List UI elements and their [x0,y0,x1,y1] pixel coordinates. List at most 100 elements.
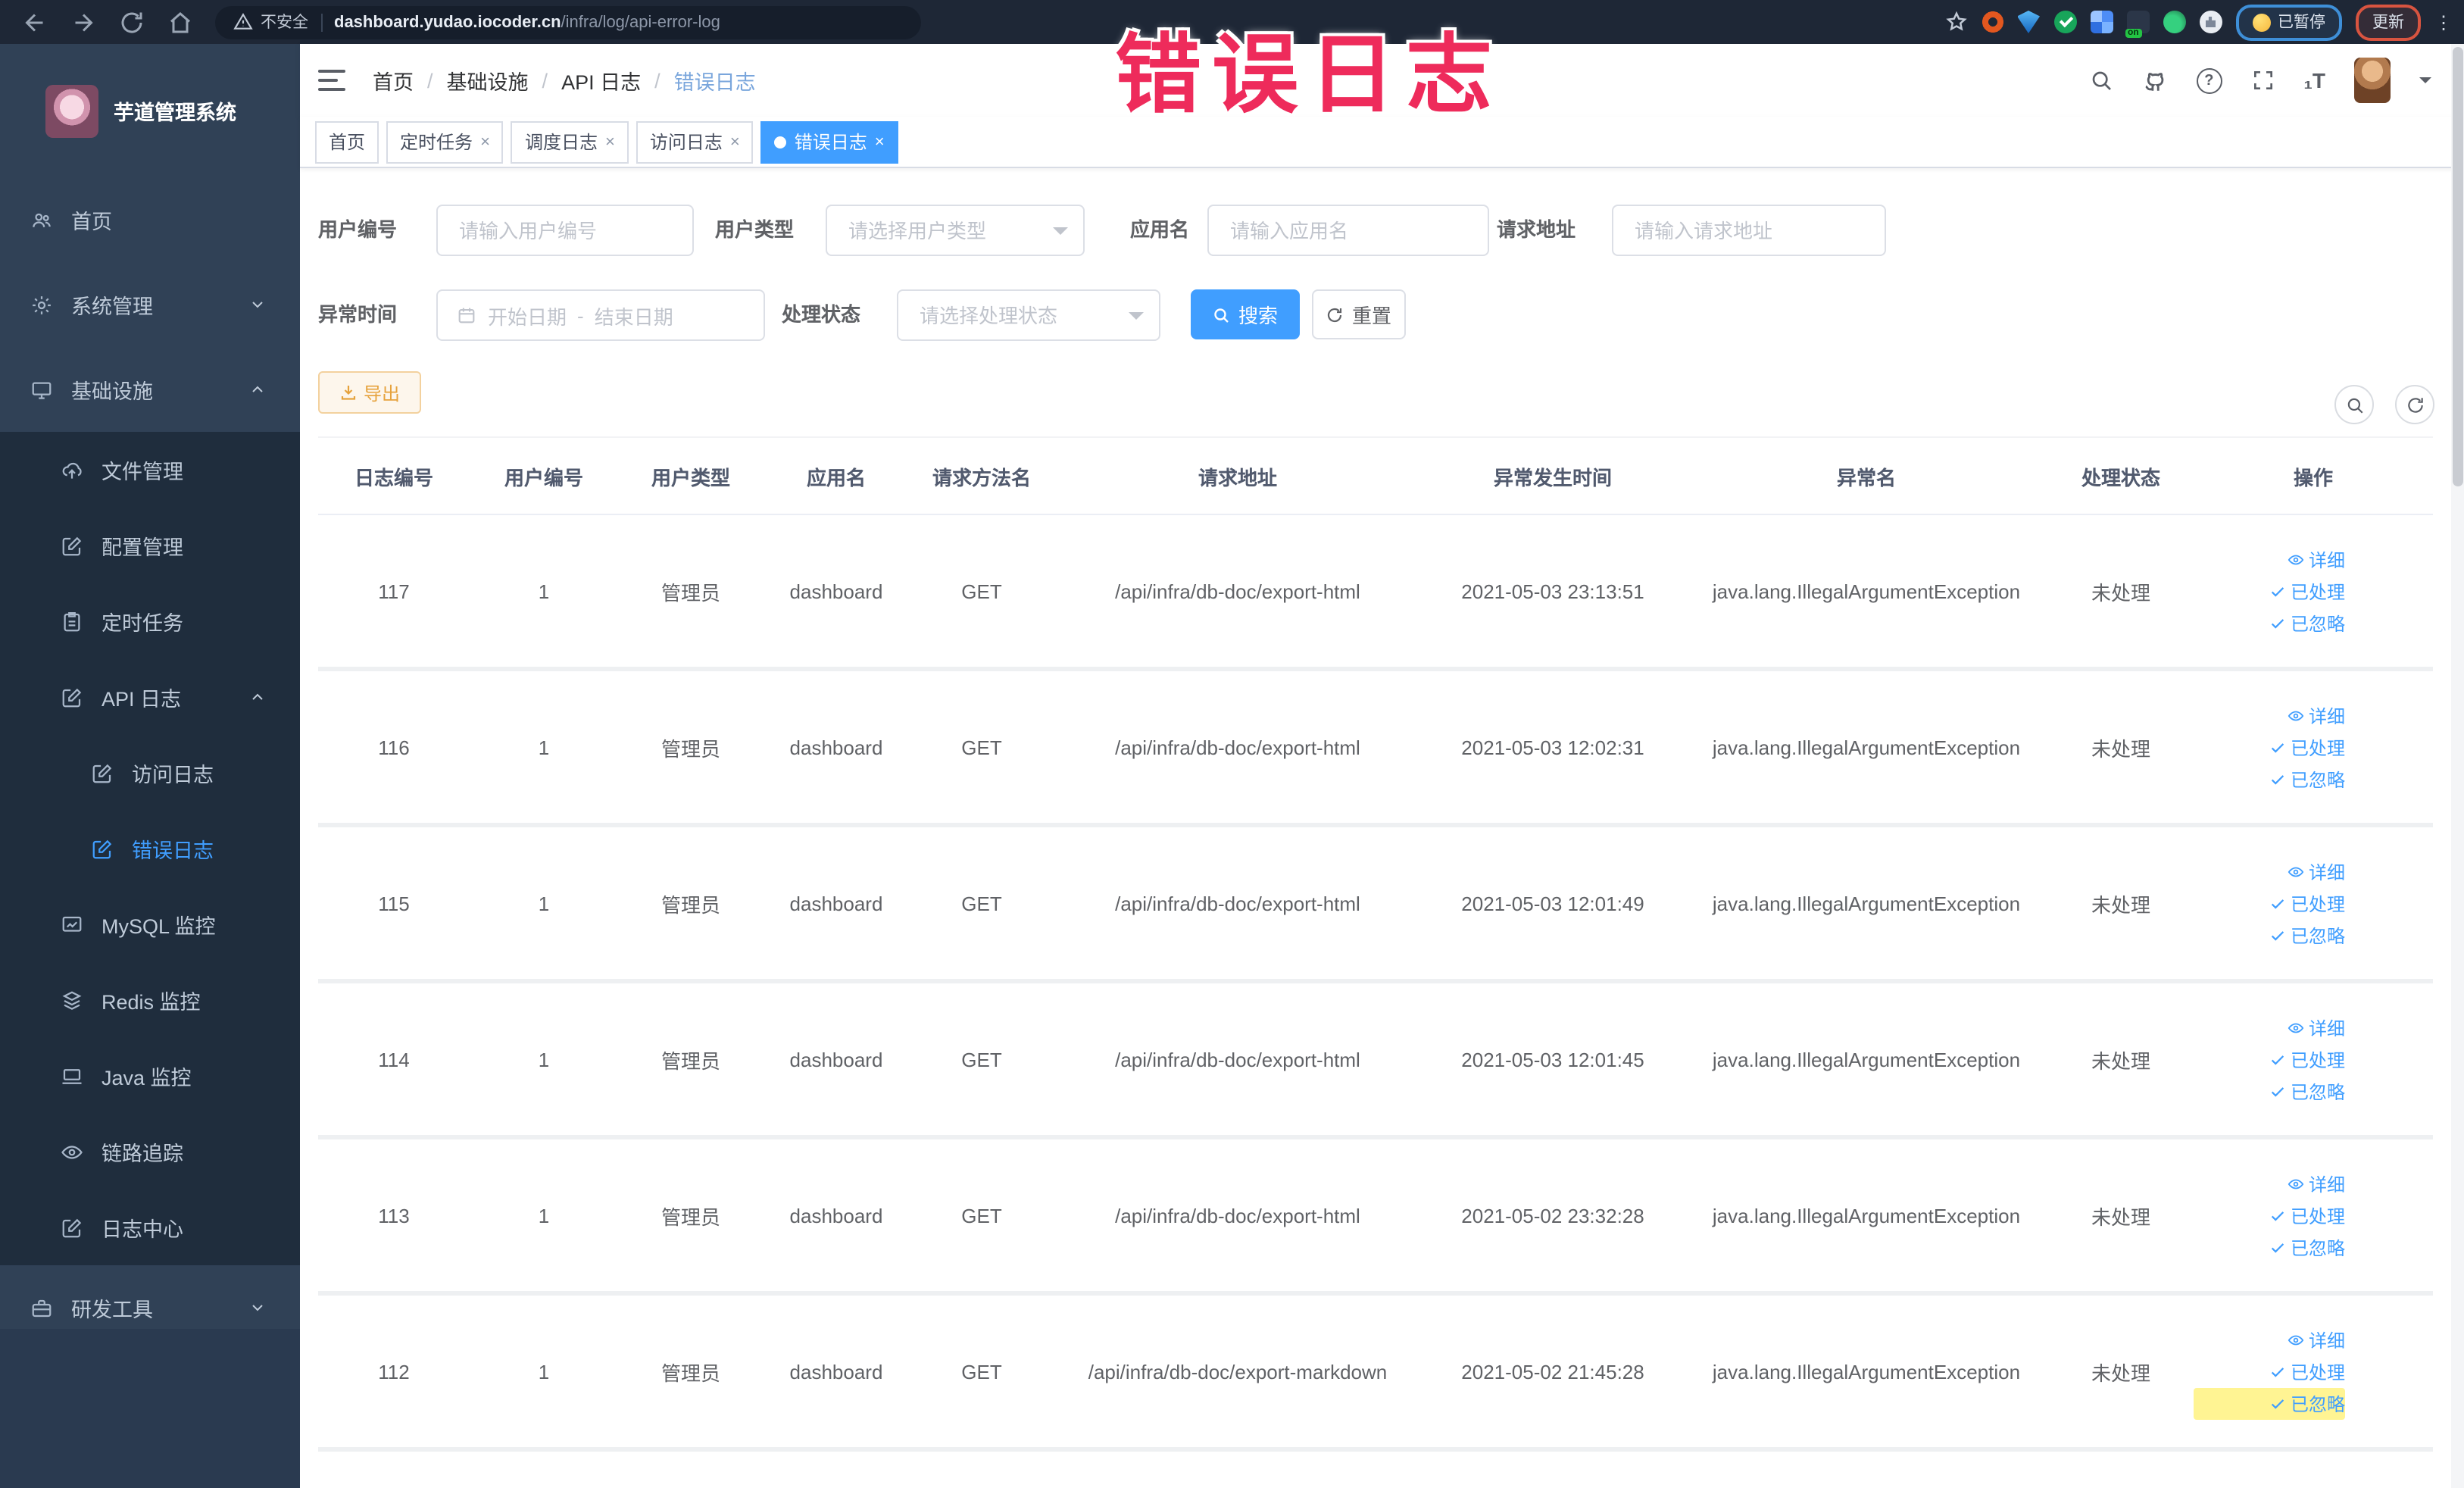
extension-icon[interactable] [1981,11,2003,33]
user-id-input[interactable] [456,217,674,243]
user-avatar[interactable] [2354,58,2391,103]
user-type-select[interactable] [826,205,1085,256]
close-icon[interactable] [480,133,490,151]
ignored-link[interactable]: 已忽略 [2194,1231,2345,1263]
sidebar-item-system[interactable]: 系统管理 [0,262,300,347]
sidebar-item-java[interactable]: Java 监控 [0,1038,300,1114]
fullscreen-icon[interactable] [2250,68,2275,92]
detail-link[interactable]: 详细 [2194,855,2345,887]
breadcrumb-item[interactable]: API 日志 [561,65,641,95]
sidebar-item-api-log[interactable]: API 日志 [0,659,300,735]
update-button[interactable]: 更新 [2356,4,2421,40]
users-icon [30,208,53,231]
status-select[interactable] [897,289,1160,341]
browser-menu-icon[interactable] [2434,13,2453,31]
ignored-link[interactable]: 已忽略 [2194,919,2345,951]
extension-icon[interactable] [2053,11,2076,33]
home-icon[interactable] [167,8,194,36]
font-size-icon[interactable] [2303,70,2325,91]
extension-icon[interactable] [2125,11,2149,38]
ignored-link[interactable]: 已忽略 [2194,607,2345,639]
extension-icon[interactable] [2163,11,2185,33]
tag-home[interactable]: 首页 [315,120,379,163]
forward-icon[interactable] [70,8,97,36]
sidebar-item-trace[interactable]: 链路追踪 [0,1114,300,1189]
tag-label: 错误日志 [794,132,867,153]
processed-link[interactable]: 已处理 [2194,1199,2345,1231]
processed-link[interactable]: 已处理 [2194,1355,2345,1387]
cell-url: /api/infra/db-doc/export-html [1054,981,1421,1139]
tag-job[interactable]: 定时任务 [386,120,504,163]
sidebar-item-file[interactable]: 文件管理 [0,432,300,508]
processed-link[interactable]: 已处理 [2194,731,2345,763]
sidebar-item-log-center[interactable]: 日志中心 [0,1189,300,1265]
detail-link[interactable]: 详细 [2194,1168,2345,1199]
tag-error-log[interactable]: 错误日志 [760,120,898,163]
start-date-placeholder[interactable]: 开始日期 [488,301,567,330]
close-icon[interactable] [730,133,740,151]
address-bar[interactable]: 不安全 dashboard.yudao.iocoder.cn/infra/log… [215,5,921,39]
sidebar-item-redis[interactable]: Redis 监控 [0,962,300,1038]
paused-badge[interactable]: 已暂停 [2235,4,2342,40]
chevron-up-icon [248,688,267,706]
reload-icon[interactable] [118,8,145,36]
sidebar-logo[interactable]: 芋道管理系统 [0,44,300,177]
toggle-search-button[interactable] [2334,385,2374,424]
cell-actions: 详细已处理 已忽略 [2194,1293,2433,1452]
ignored-link[interactable]: 已忽略 [2194,763,2345,795]
extension-icon[interactable] [2017,11,2040,33]
processed-link[interactable]: 已处理 [2194,1043,2345,1075]
column-header: 用户类型 [618,436,764,515]
app-name-field[interactable] [1207,205,1489,256]
breadcrumb-item[interactable]: 基础设施 [447,65,529,95]
help-icon[interactable] [2196,67,2222,93]
search-button[interactable]: 搜索 [1191,289,1300,339]
column-header: 操作 [2194,436,2433,515]
processed-link[interactable]: 已处理 [2194,887,2345,919]
scrollbar-thumb[interactable] [2453,47,2463,486]
extension-icon[interactable] [2090,11,2113,33]
sidebar-item-job[interactable]: 定时任务 [0,583,300,659]
sidebar-collapse-icon[interactable] [318,70,345,91]
processed-link[interactable]: 已处理 [2194,575,2345,607]
avatar-caret-icon[interactable] [2419,77,2431,89]
search-icon[interactable] [2088,68,2113,92]
detail-link[interactable]: 详细 [2194,543,2345,575]
request-url-field[interactable] [1612,205,1886,256]
breadcrumb-item[interactable]: 首页 [373,65,414,95]
sidebar-item-mysql[interactable]: MySQL 监控 [0,886,300,962]
cell-user_id: 1 [470,1293,618,1452]
tag-job-log[interactable]: 调度日志 [511,120,629,163]
detail-link[interactable]: 详细 [2194,1324,2345,1355]
close-icon[interactable] [605,133,615,151]
refresh-table-button[interactable] [2395,385,2434,424]
cell-exception: java.lang.IllegalArgumentException [1685,669,2048,827]
user-type-input[interactable] [845,217,1065,243]
action-label: 详细 [2308,1330,2345,1351]
tag-access-log[interactable]: 访问日志 [636,120,754,163]
export-button[interactable]: 导出 [318,371,421,414]
detail-link[interactable]: 详细 [2194,1011,2345,1043]
reset-button[interactable]: 重置 [1312,289,1406,339]
ignored-link[interactable]: 已忽略 [2194,1387,2345,1419]
extensions-puzzle-icon[interactable] [2199,11,2222,33]
app-name-input[interactable] [1227,217,1469,243]
sidebar-item-home[interactable]: 首页 [0,177,300,262]
search-icon [2347,397,2363,413]
user-id-field[interactable] [436,205,694,256]
range-separator: - [577,304,584,327]
date-range-picker[interactable]: 开始日期 - 结束日期 [436,289,765,341]
back-icon[interactable] [21,8,48,36]
sidebar-item-config[interactable]: 配置管理 [0,508,300,583]
sidebar-item-infra[interactable]: 基础设施 [0,347,300,432]
sidebar-item-error-log[interactable]: 错误日志 [0,811,300,886]
end-date-placeholder[interactable]: 结束日期 [595,301,673,330]
close-icon[interactable] [875,133,885,151]
detail-link[interactable]: 详细 [2194,699,2345,731]
sidebar-item-access-log[interactable]: 访问日志 [0,735,300,811]
status-input[interactable] [917,302,1141,328]
request-url-input[interactable] [1632,217,1866,243]
bookmark-star-icon[interactable] [1944,11,1967,33]
github-icon[interactable] [2141,67,2167,93]
ignored-link[interactable]: 已忽略 [2194,1075,2345,1107]
